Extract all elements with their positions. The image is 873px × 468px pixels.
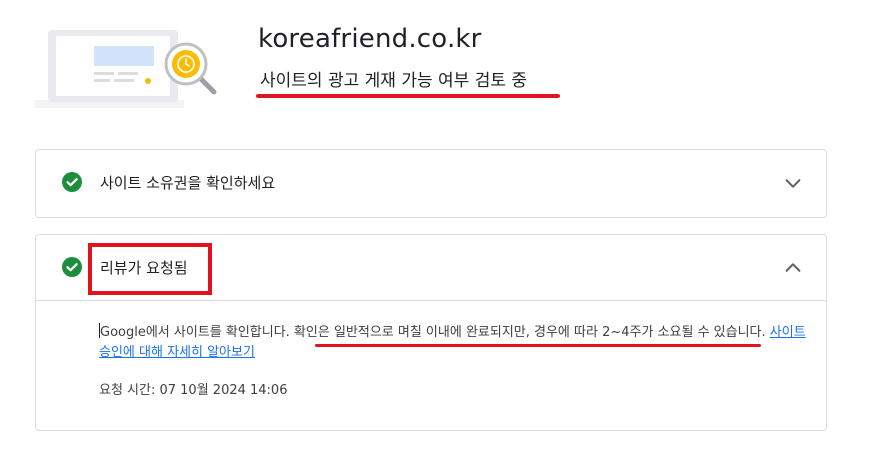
step-header-site-ownership[interactable]: 사이트 소유권을 확인하세요 <box>36 150 826 216</box>
step-card-review-requested: 리뷰가 요청됨 Google에서 사이트를 확인합니다. 확인은 일반적으로 며… <box>35 234 827 431</box>
review-status-text: 사이트의 광고 게재 가능 여부 검토 중 <box>260 71 528 91</box>
check-circle-icon <box>62 257 82 277</box>
chevron-up-icon[interactable] <box>782 257 804 279</box>
review-description-text: Google에서 사이트를 확인합니다. 확인은 일반적으로 며칠 이내에 완료… <box>100 325 770 340</box>
title-annotation-box <box>88 243 212 295</box>
site-domain-title: koreafriend.co.kr <box>258 24 482 54</box>
request-time-text: 요청 시간: 07 10월 2024 14:06 <box>99 383 288 398</box>
chevron-down-icon[interactable] <box>782 172 804 194</box>
body-annotation-underline <box>315 344 761 347</box>
status-annotation-underline <box>256 94 560 98</box>
site-review-clock-magnifier-icon <box>34 30 217 108</box>
step-title: 사이트 소유권을 확인하세요 <box>100 174 276 192</box>
review-description: Google에서 사이트를 확인합니다. 확인은 일반적으로 며칠 이내에 완료… <box>99 323 809 363</box>
step-header-review-requested[interactable]: 리뷰가 요청됨 <box>36 235 826 301</box>
check-circle-icon <box>62 172 82 192</box>
site-review-illustration <box>34 28 224 110</box>
step-card-site-ownership: 사이트 소유권을 확인하세요 <box>35 149 827 218</box>
